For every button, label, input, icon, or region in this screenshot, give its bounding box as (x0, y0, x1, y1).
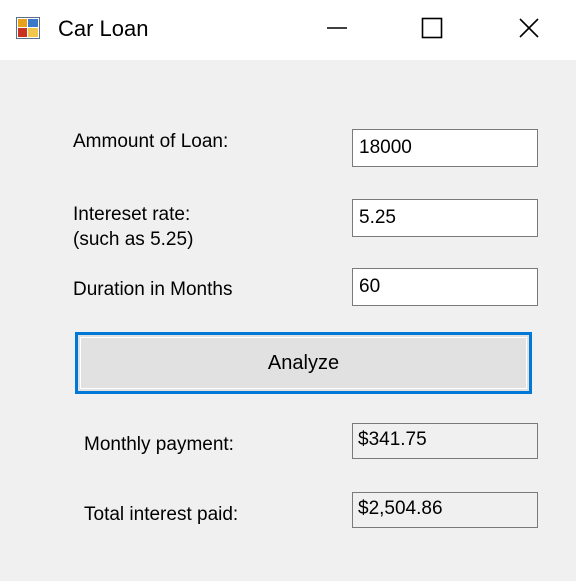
close-icon (518, 17, 540, 44)
monthly-payment-output: $341.75 (352, 423, 538, 459)
total-interest-label: Total interest paid: (84, 504, 239, 525)
interest-rate-input[interactable] (352, 199, 538, 237)
analyze-button-label: Analyze (267, 351, 340, 374)
interest-rate-hint: (such as 5.25) (73, 229, 194, 250)
duration-input[interactable] (352, 268, 538, 306)
form-app-icon (16, 17, 40, 39)
loan-amount-label: Ammount of Loan: (73, 131, 229, 152)
monthly-payment-label: Monthly payment: (84, 434, 234, 455)
analyze-button[interactable]: Analyze (75, 332, 532, 394)
window-title: Car Loan (58, 16, 149, 41)
minimize-icon (326, 17, 348, 44)
duration-label: Duration in Months (73, 279, 233, 300)
close-button[interactable] (482, 0, 576, 60)
title-bar[interactable]: Car Loan (0, 0, 576, 60)
maximize-icon (421, 17, 443, 44)
minimize-button[interactable] (290, 0, 384, 60)
maximize-button[interactable] (385, 0, 479, 60)
total-interest-output: $2,504.86 (352, 492, 538, 528)
car-loan-window: Car Loan Ammount of Loan: 18000 Interese… (0, 0, 576, 581)
interest-rate-label: Intereset rate: (73, 204, 191, 225)
loan-amount-input[interactable] (352, 129, 538, 167)
